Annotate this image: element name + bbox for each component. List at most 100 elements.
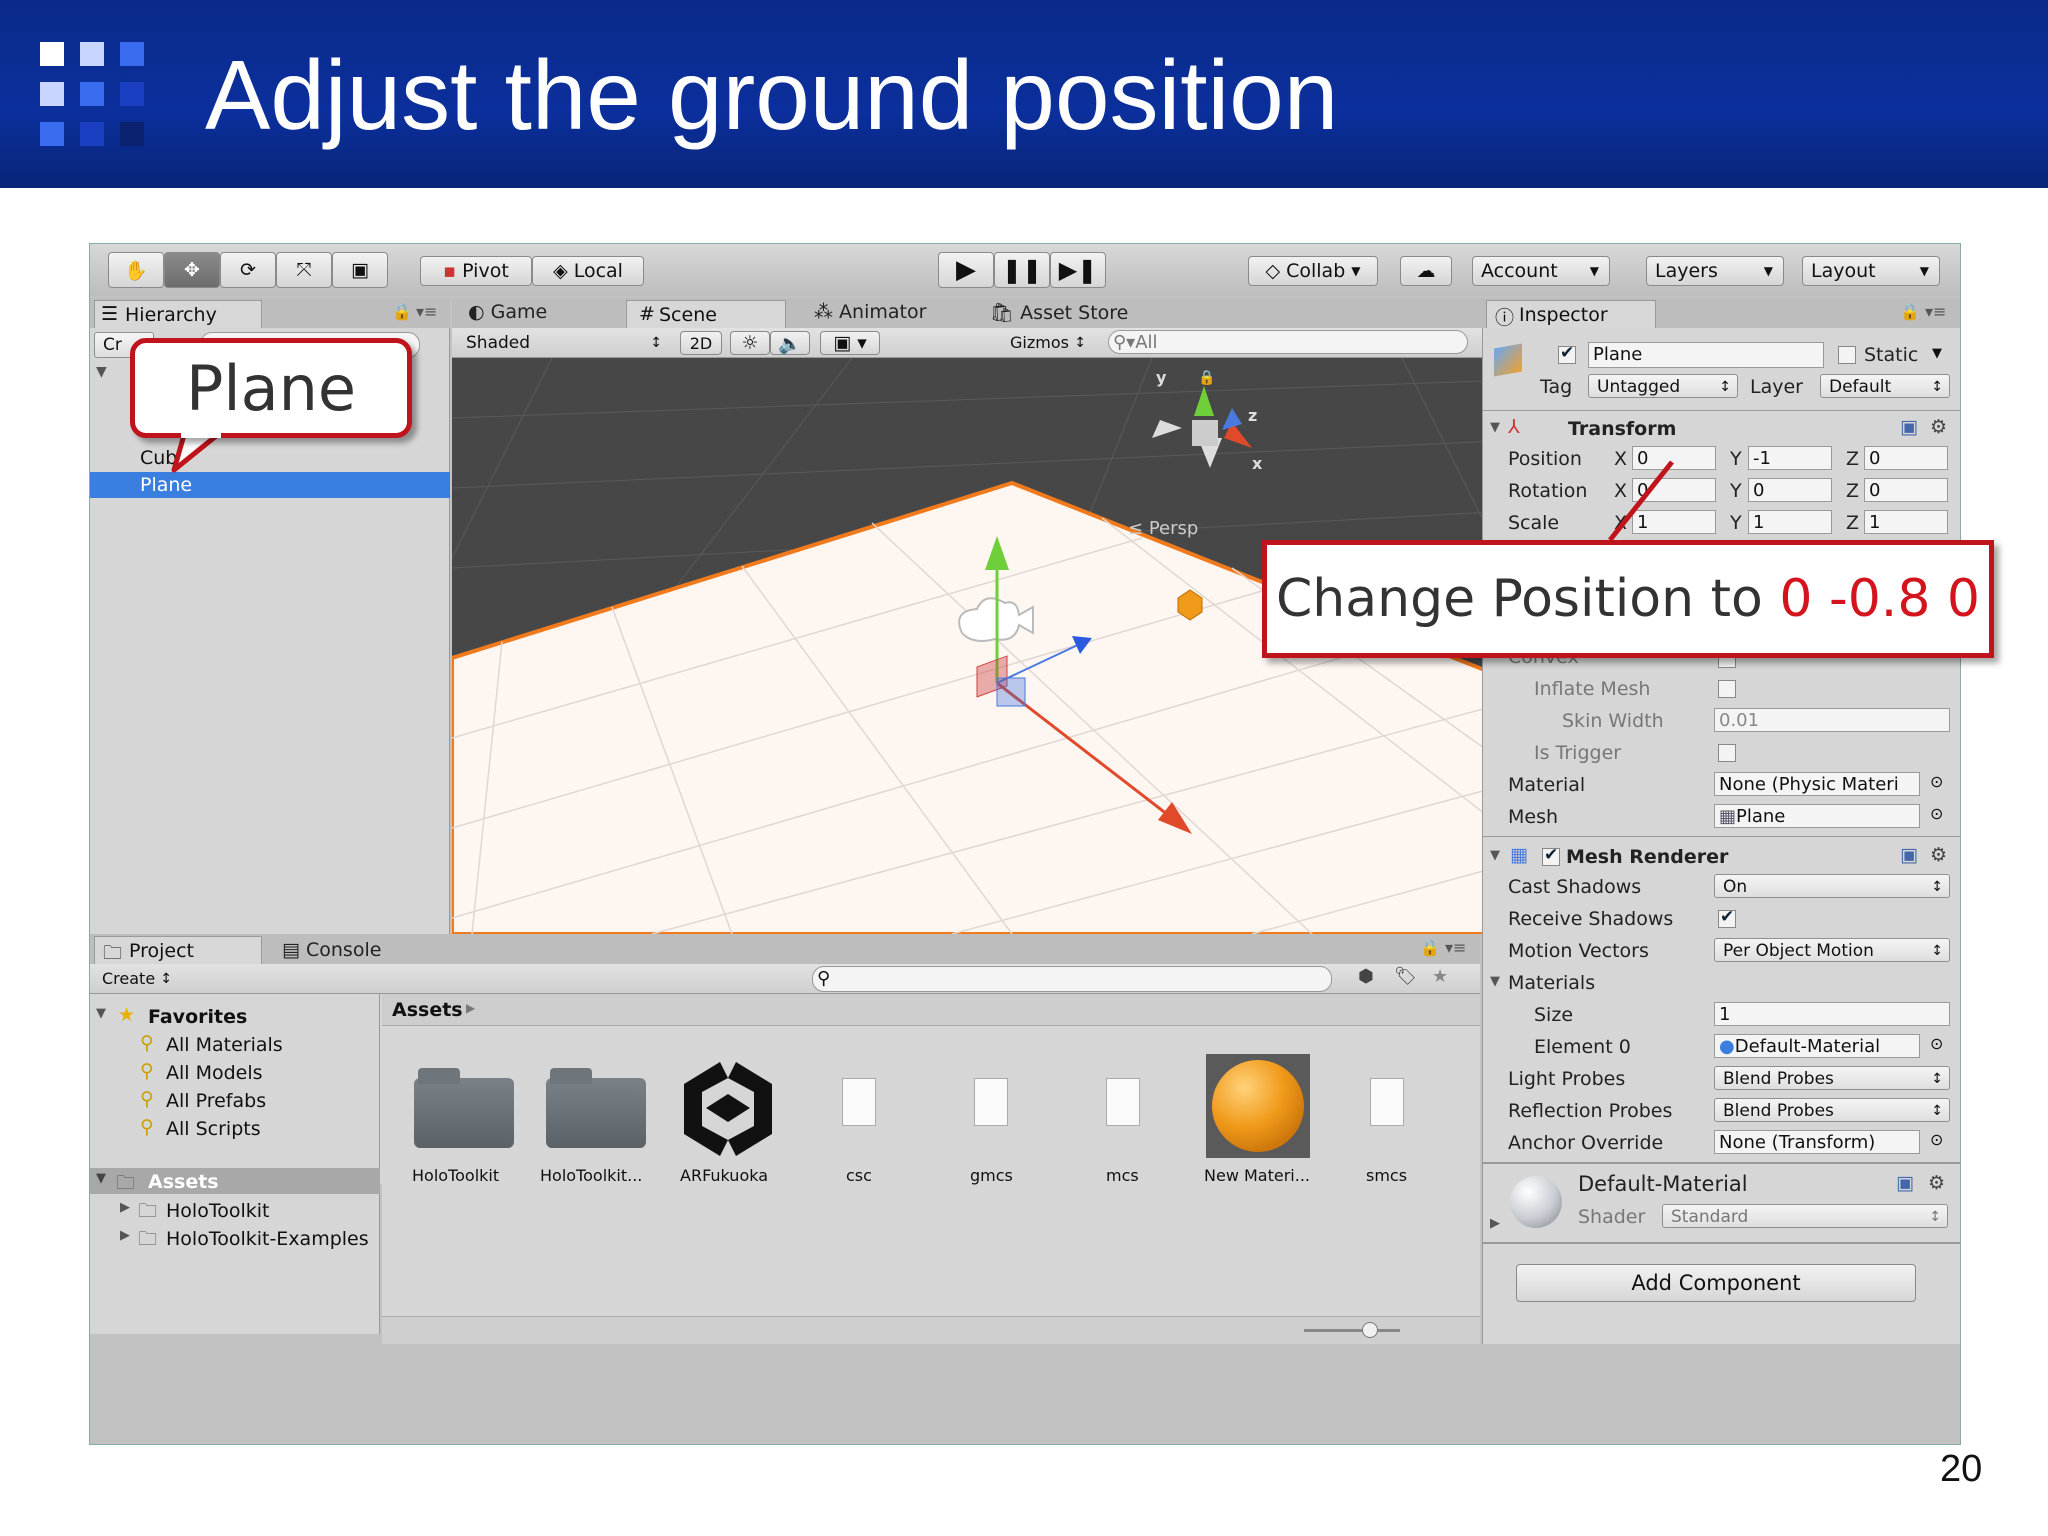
scale-z-input[interactable]: 1 [1864, 510, 1948, 534]
inflate-mesh-checkbox[interactable] [1718, 680, 1736, 698]
reflection-probes-dropdown[interactable]: Blend Probes [1714, 1098, 1950, 1122]
local-button[interactable]: ◈ Local [532, 256, 644, 286]
assets-folder-selected[interactable]: ▼ 🗀 Assets [90, 1168, 380, 1194]
gear-icon[interactable]: ⚙ [1930, 416, 1947, 438]
layer-dropdown[interactable]: Default [1820, 374, 1950, 398]
object-picker-icon[interactable]: ⊙ [1930, 1034, 1943, 1053]
position-z-input[interactable]: 0 [1864, 446, 1948, 470]
account-dropdown[interactable]: Account ▼ [1472, 256, 1610, 286]
collider-material-field[interactable]: None (Physic Materi [1714, 772, 1920, 796]
file-icon[interactable] [1370, 1078, 1404, 1126]
persp-label[interactable]: ≤ Persp [1128, 518, 1198, 539]
folder-icon[interactable] [546, 1068, 646, 1148]
element0-field[interactable]: ●Default-Material [1714, 1034, 1920, 1058]
transform-foldout-icon[interactable]: ▼ [1490, 420, 1500, 435]
rotate-tool-button[interactable]: ⟳ [220, 252, 276, 288]
tab-animator[interactable]: ⁂ Animator [814, 301, 926, 323]
tree-folder-holotoolkit[interactable]: HoloToolkit [166, 1200, 269, 1222]
file-icon[interactable] [842, 1078, 876, 1126]
collab-dropdown[interactable]: ◇ Collab ▼ [1248, 256, 1378, 286]
scale-y-input[interactable]: 1 [1748, 510, 1832, 534]
tab-console[interactable]: ▤ Console [282, 939, 381, 961]
materials-foldout-icon[interactable]: ▼ [1490, 974, 1500, 989]
pause-button[interactable]: ❚❚ [994, 252, 1050, 288]
asset-mcs[interactable]: mcs [1106, 1166, 1139, 1185]
gear-icon[interactable]: ⚙ [1930, 844, 1947, 866]
scene-foldout-icon[interactable]: ▼ [96, 364, 107, 380]
hierarchy-tab[interactable]: ☰ Hierarchy [94, 300, 262, 328]
tab-game[interactable]: ◐ Game [468, 301, 547, 323]
play-button[interactable]: ▶ [938, 252, 994, 288]
tag-dropdown[interactable]: Untagged [1588, 374, 1738, 398]
material-foldout-icon[interactable]: ▶ [1490, 1216, 1500, 1231]
scene-search-input[interactable]: ⚲▾All [1108, 330, 1468, 354]
object-picker-icon[interactable]: ⊙ [1930, 1130, 1943, 1149]
materials-size-input[interactable]: 1 [1714, 1002, 1950, 1026]
unity-logo-icon[interactable] [676, 1056, 780, 1160]
skin-width-input[interactable]: 0.01 [1714, 708, 1950, 732]
hierarchy-item-plane-selected[interactable]: Plane [90, 472, 450, 498]
project-lock-icon[interactable]: 🔒 ▾≡ [1420, 938, 1466, 957]
assets-breadcrumb[interactable]: Assets [392, 999, 463, 1021]
mesh-renderer-foldout-icon[interactable]: ▼ [1490, 848, 1500, 863]
light-probes-dropdown[interactable]: Blend Probes [1714, 1066, 1950, 1090]
move-tool-button[interactable]: ✥ [164, 252, 220, 288]
is-trigger-checkbox[interactable] [1718, 744, 1736, 762]
receive-shadows-checkbox[interactable] [1718, 907, 1736, 928]
cast-shadows-dropdown[interactable]: On [1714, 874, 1950, 898]
tab-scene[interactable]: # Scene [626, 300, 786, 328]
favorite-all-scripts[interactable]: All Scripts [166, 1118, 261, 1140]
shading-mode-dropdown[interactable]: Shaded [458, 331, 668, 355]
anchor-override-field[interactable]: None (Transform) [1714, 1130, 1920, 1154]
help-book-icon[interactable]: ▣ [1896, 1172, 1914, 1194]
help-book-icon[interactable]: ▣ [1900, 416, 1918, 438]
icon-size-slider-track[interactable] [1304, 1329, 1400, 1332]
foldout-icon[interactable]: ▶ [120, 1200, 130, 1215]
tab-inspector[interactable]: ⓘ Inspector [1486, 300, 1656, 329]
gear-icon[interactable]: ⚙ [1928, 1172, 1945, 1194]
foldout-icon[interactable]: ▶ [120, 1228, 130, 1243]
favorite-all-prefabs[interactable]: All Prefabs [166, 1090, 266, 1112]
tab-project[interactable]: 🗀 Project [94, 936, 262, 964]
favorites-header[interactable]: Favorites [148, 1006, 247, 1028]
asset-arfukuoka[interactable]: ARFukuoka [680, 1166, 768, 1185]
step-button[interactable]: ▶❚ [1050, 252, 1106, 288]
layout-dropdown[interactable]: Layout ▼ [1802, 256, 1940, 286]
asset-gmcs[interactable]: gmcs [970, 1166, 1013, 1185]
shader-dropdown[interactable]: Standard [1662, 1204, 1948, 1228]
file-icon[interactable] [1106, 1078, 1140, 1126]
gizmos-dropdown[interactable]: Gizmos [1002, 331, 1092, 355]
audio-toggle[interactable]: 🔈 [770, 331, 810, 355]
hierarchy-menu-icon[interactable]: ▾≡ [416, 302, 437, 321]
rotation-y-input[interactable]: 0 [1748, 478, 1832, 502]
position-y-input[interactable]: -1 [1748, 446, 1832, 470]
lighting-toggle[interactable]: ☼ [730, 331, 770, 355]
mesh-field[interactable]: ▦Plane [1714, 804, 1920, 828]
mesh-renderer-header[interactable]: Mesh Renderer [1566, 846, 1728, 868]
project-search-input[interactable]: ⚲ [812, 966, 1332, 992]
asset-new-material[interactable]: New Materi... [1204, 1166, 1310, 1185]
effects-dropdown[interactable]: ▣ ▾ [820, 331, 880, 355]
object-picker-icon[interactable]: ⊙ [1930, 804, 1943, 823]
static-checkbox[interactable] [1838, 346, 1856, 364]
add-component-button[interactable]: Add Component [1516, 1264, 1916, 1302]
layers-dropdown[interactable]: Layers ▼ [1646, 256, 1784, 286]
pivot-button[interactable]: ▪ Pivot [420, 256, 532, 286]
gameobject-name-input[interactable]: Plane [1588, 342, 1824, 368]
favorite-all-materials[interactable]: All Materials [166, 1034, 283, 1056]
asset-csc[interactable]: csc [846, 1166, 872, 1185]
filter-type-icon[interactable]: ⬢ [1358, 966, 1374, 987]
hand-tool-button[interactable]: ✋ [108, 252, 164, 288]
mode-2d-button[interactable]: 2D [680, 331, 722, 355]
asset-holotoolkit-examples[interactable]: HoloToolkit... [540, 1166, 642, 1185]
mesh-renderer-enabled-checkbox[interactable] [1542, 845, 1560, 866]
static-dropdown-icon[interactable]: ▼ [1932, 346, 1942, 361]
file-icon[interactable] [974, 1078, 1008, 1126]
favorites-foldout-icon[interactable]: ▼ [96, 1006, 106, 1021]
scene-lock-icon[interactable]: 🔒 [1198, 370, 1215, 386]
motion-vectors-dropdown[interactable]: Per Object Motion [1714, 938, 1950, 962]
object-picker-icon[interactable]: ⊙ [1930, 772, 1943, 791]
favorite-star-icon[interactable]: ★ [1432, 966, 1448, 987]
material-preview[interactable] [1206, 1054, 1310, 1158]
cloud-button[interactable]: ☁ [1400, 256, 1452, 286]
